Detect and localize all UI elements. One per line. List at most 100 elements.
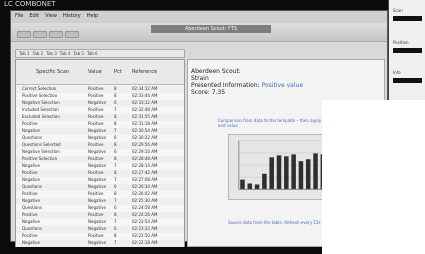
tab-4[interactable]: Tab 4: [60, 51, 71, 56]
tab-2[interactable]: Tab 2: [33, 51, 44, 56]
row-value: Positive: [88, 142, 104, 147]
detail-info: Aberdeen Scout: Strain Presented Informa…: [188, 68, 303, 96]
table-row[interactable]: Negative Negative 7 02:23:54 AM: [16, 219, 184, 226]
table-row[interactable]: Questions Negative 6 02:24:58 AM: [16, 205, 184, 212]
menu-history[interactable]: History: [63, 13, 81, 21]
row-pct: 7: [114, 163, 117, 168]
col-header-pct[interactable]: Pct: [114, 69, 122, 75]
row-pct: 8: [114, 121, 117, 126]
overlay-sheet: [322, 100, 425, 254]
tab-6[interactable]: Tab 6: [87, 51, 98, 56]
table-row[interactable]: Questions Selected Positive 8 02:29:56 AM: [16, 142, 184, 149]
detail-presented-value[interactable]: Positive value: [262, 82, 303, 89]
tab-3[interactable]: Tab 3: [46, 51, 57, 56]
table-row[interactable]: Positive Selection Positive 8 02:28:48 AM: [16, 156, 184, 163]
table-row[interactable]: Negative Negative 7 02:27:08 AM: [16, 177, 184, 184]
row-scan: Negative: [22, 198, 40, 203]
row-reference: 02:33:12 AM: [132, 100, 158, 105]
row-reference: 02:28:14 AM: [132, 163, 158, 168]
row-pct: 8: [114, 114, 117, 119]
rp-input-position[interactable]: [393, 48, 422, 53]
chart-bar: [313, 153, 318, 190]
table-row[interactable]: Included Selection Positive 7 02:32:48 AM: [16, 107, 184, 114]
row-pct: 8: [114, 170, 117, 175]
rp-input-info[interactable]: [393, 78, 422, 83]
row-reference: 02:34:12 AM: [132, 86, 158, 91]
row-pct: 7: [114, 198, 117, 203]
row-reference: 02:30:54 AM: [132, 128, 158, 133]
row-scan: Negative Selection: [22, 149, 60, 154]
table-row[interactable]: Positive Selection Positive 8 02:33:44 AM: [16, 93, 184, 100]
row-value: Negative: [88, 198, 106, 203]
col-header-value[interactable]: Value: [88, 69, 102, 75]
row-reference: 02:31:55 AM: [132, 114, 158, 119]
tab-5[interactable]: Tab 5: [73, 51, 84, 56]
menu-file[interactable]: File: [15, 13, 23, 21]
row-reference: 02:23:54 AM: [132, 219, 158, 224]
table-row[interactable]: Positive Positive 8 02:24:26 AM: [16, 212, 184, 219]
row-scan: Questions: [22, 226, 42, 231]
row-reference: 02:27:42 AM: [132, 170, 158, 175]
table-row[interactable]: Positive Positive 8 02:22:50 AM: [16, 233, 184, 240]
tab-1[interactable]: Tab 1: [19, 51, 30, 56]
table-row[interactable]: Negative Selection Negative 6 02:33:12 AM: [16, 100, 184, 107]
row-value: Negative: [88, 226, 106, 231]
table-row[interactable]: Correct Selection Positive 8 02:34:12 AM: [16, 86, 184, 93]
window-title: Aberdeen Scout: FTS: [151, 25, 271, 33]
col-header-reference[interactable]: Reference: [132, 69, 157, 75]
menu-edit[interactable]: Edit: [29, 13, 39, 21]
row-scan: Positive: [22, 170, 38, 175]
table-row[interactable]: Positive Positive 8 02:27:42 AM: [16, 170, 184, 177]
row-reference: 02:24:26 AM: [132, 212, 158, 217]
row-scan: Excluded Selection: [22, 114, 60, 119]
chart-bar: [298, 161, 304, 190]
toolbar-button-forward[interactable]: [33, 31, 47, 38]
detail-score-label: Score:: [191, 89, 210, 96]
chart-bar: [240, 179, 245, 190]
rp-label-scan: Scan: [393, 8, 403, 13]
row-value: Positive: [88, 170, 104, 175]
table-row[interactable]: Negative Negative 7 02:28:14 AM: [16, 163, 184, 170]
table-row[interactable]: Questions Negative 6 02:23:22 AM: [16, 226, 184, 233]
table-row[interactable]: Positive Positive 8 02:26:02 AM: [16, 191, 184, 198]
row-value: Negative: [88, 177, 106, 182]
menu-view[interactable]: View: [45, 13, 57, 21]
table-row[interactable]: Negative Negative 7 02:25:30 AM: [16, 198, 184, 205]
chart-bar: [276, 155, 282, 190]
row-scan: Negative Selection: [22, 100, 60, 105]
row-pct: 8: [114, 191, 117, 196]
menu-help[interactable]: Help: [87, 13, 98, 21]
toolbar-button-home[interactable]: [65, 31, 79, 38]
table-row[interactable]: Negative Negative 7 02:22:18 AM: [16, 240, 184, 247]
row-reference: 02:24:58 AM: [132, 205, 158, 210]
list-rows: Correct Selection Positive 8 02:34:12 AM Pos…: [16, 86, 184, 247]
table-row[interactable]: Negative Negative 7 02:30:54 AM: [16, 128, 184, 135]
chart-bar: [254, 184, 260, 190]
row-pct: 8: [114, 212, 117, 217]
table-row[interactable]: Positive Positive 8 02:31:18 AM: [16, 121, 184, 128]
rp-input-scan[interactable]: [393, 16, 422, 21]
row-reference: 02:33:44 AM: [132, 93, 158, 98]
toolbar-button-back[interactable]: [17, 31, 31, 38]
rp-label-info: Info: [393, 70, 401, 75]
table-row[interactable]: Negative Selection Negative 6 02:29:10 AM: [16, 149, 184, 156]
table-row[interactable]: Excluded Selection Positive 8 02:31:55 AM: [16, 114, 184, 121]
row-scan: Positive: [22, 191, 38, 196]
row-reference: 02:29:10 AM: [132, 149, 158, 154]
row-reference: 02:32:48 AM: [132, 107, 158, 112]
table-row[interactable]: Questions Negative 6 02:30:22 AM: [16, 135, 184, 142]
list-header: Specific Scan Value Pct Reference: [16, 60, 184, 85]
row-scan: Questions: [22, 135, 42, 140]
toolbar-button-refresh[interactable]: [49, 31, 63, 38]
row-value: Positive: [88, 114, 104, 119]
col-header-scan[interactable]: Specific Scan: [36, 69, 69, 75]
detail-score-value: 7.35: [211, 89, 226, 96]
table-row[interactable]: Questions Negative 6 02:26:34 AM: [16, 184, 184, 191]
row-value: Positive: [88, 121, 104, 126]
chart-bar: [291, 154, 296, 190]
row-value: Negative: [88, 135, 106, 140]
row-value: Positive: [88, 107, 104, 112]
row-pct: 8: [114, 156, 117, 161]
row-value: Negative: [88, 128, 106, 133]
rp-label-position: Position: [393, 40, 409, 45]
